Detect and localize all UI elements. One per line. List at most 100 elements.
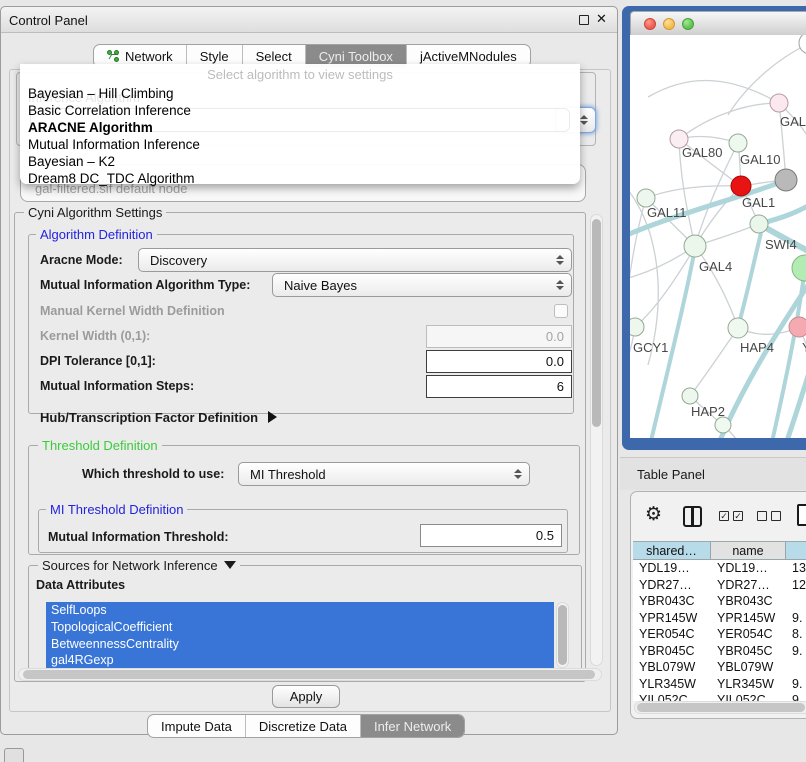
algorithm-option[interactable]: Dream8 DC_TDC Algorithm xyxy=(20,170,580,187)
network-node-gcy1[interactable] xyxy=(630,318,644,336)
network-canvas[interactable]: GALGAL80GAL10GAL1GAL11SWI4GAL4GCY1HAP4YH… xyxy=(630,35,806,438)
attribute-item[interactable]: gal4RGexp xyxy=(46,652,554,669)
column-layout-icon[interactable] xyxy=(683,506,702,527)
close-icon[interactable]: ✕ xyxy=(596,11,607,27)
network-graph: GALGAL80GAL10GAL1GAL11SWI4GAL4GCY1HAP4YH… xyxy=(630,35,806,438)
table-panel: ⚙ ✓ ✓ shared…nameA YDL19…YDL19…13YDR27…Y… xyxy=(630,491,806,719)
table-row[interactable]: YER054CYER054C8. xyxy=(633,626,806,643)
tab-infer-network[interactable]: Infer Network xyxy=(360,715,464,737)
table-cell: YER054C xyxy=(711,626,786,643)
table-cell: YDL19… xyxy=(711,560,786,577)
table-cell: YBL079W xyxy=(711,659,786,676)
kernel-width-input[interactable]: 0.0 xyxy=(426,325,572,348)
settings-horizontal-scrollbar[interactable] xyxy=(18,668,602,681)
attribute-item[interactable]: TopologicalCoefficient xyxy=(46,619,554,636)
scrollbar-thumb[interactable] xyxy=(23,670,595,679)
algorithm-option[interactable]: Bayesian – K2 xyxy=(20,153,580,170)
column-header[interactable]: A xyxy=(786,542,806,560)
aracne-mode-combo[interactable]: Discovery xyxy=(138,248,572,272)
zoom-traffic-light-icon[interactable] xyxy=(682,18,694,30)
table-cell: YER054C xyxy=(633,626,711,643)
hub-section-toggle[interactable]: Hub/Transcription Factor Definition xyxy=(40,410,277,425)
close-traffic-light-icon[interactable] xyxy=(644,18,656,30)
table-horizontal-scrollbar[interactable] xyxy=(634,701,806,714)
kernel-width-label: Kernel Width (0,1): xyxy=(40,329,150,343)
dpi-tolerance-input[interactable]: 0.0 xyxy=(426,350,572,373)
node-label: SWI4 xyxy=(765,237,797,252)
which-threshold-label: Which threshold to use: xyxy=(82,467,224,481)
network-node[interactable] xyxy=(799,35,806,54)
float-window-icon[interactable] xyxy=(579,15,589,25)
network-node-swi4[interactable] xyxy=(750,215,768,233)
table-row[interactable]: YBR043CYBR043C xyxy=(633,593,806,610)
network-icon xyxy=(107,50,120,63)
network-node-gal4[interactable] xyxy=(684,235,706,257)
node-label: GAL4 xyxy=(699,259,732,274)
attributes-scrollbar[interactable] xyxy=(556,602,569,668)
network-node-y[interactable] xyxy=(789,317,806,337)
collapsed-panel-icon[interactable] xyxy=(4,748,24,762)
deselect-all-check-icon[interactable] xyxy=(757,511,767,521)
stepper-icon xyxy=(554,274,566,296)
manual-kernel-checkbox[interactable] xyxy=(554,304,568,318)
network-node[interactable] xyxy=(792,255,806,281)
table-row[interactable]: YBL079WYBL079W xyxy=(633,659,806,676)
network-node-hap4[interactable] xyxy=(728,318,748,338)
network-node-hap2[interactable] xyxy=(682,388,698,404)
table-row[interactable]: YDR27…YDR27…12 xyxy=(633,577,806,594)
network-node-gal10[interactable] xyxy=(729,134,747,152)
network-node-gal[interactable] xyxy=(770,94,788,112)
select-all-check-icon[interactable]: ✓ xyxy=(733,511,743,521)
which-threshold-combo[interactable]: MI Threshold xyxy=(238,462,530,486)
table-cell: YDR27… xyxy=(633,577,711,594)
table-row[interactable]: YIL052CYIL052C9 xyxy=(633,692,806,701)
node-label: GAL80 xyxy=(682,145,722,160)
document-icon[interactable] xyxy=(797,504,806,526)
algorithm-option[interactable]: Basic Correlation Inference xyxy=(20,102,580,119)
network-node-gal1[interactable] xyxy=(731,176,751,196)
settings-vertical-scrollbar[interactable] xyxy=(590,214,603,666)
mi-threshold-input[interactable]: 0.5 xyxy=(420,524,562,547)
column-header[interactable]: shared… xyxy=(633,542,711,560)
deselect-all-check-icon[interactable] xyxy=(771,511,781,521)
table-row[interactable]: YDL19…YDL19…13 xyxy=(633,560,806,577)
table-cell: 8. xyxy=(786,626,806,643)
minimize-traffic-light-icon[interactable] xyxy=(663,18,675,30)
algorithm-option[interactable]: Bayesian – Hill Climbing xyxy=(20,85,580,102)
table-header-row: shared…nameA xyxy=(633,542,806,560)
cyni-settings-title: Cyni Algorithm Settings xyxy=(24,205,166,220)
control-panel-titlebar[interactable]: Control Panel ✕ xyxy=(1,7,617,33)
stepper-icon xyxy=(512,463,524,485)
network-node[interactable] xyxy=(775,169,797,191)
network-node[interactable] xyxy=(715,417,731,433)
table-cell: YLR345W xyxy=(711,676,786,693)
tab-impute-data[interactable]: Impute Data xyxy=(148,715,245,737)
select-all-check-icon[interactable]: ✓ xyxy=(719,511,729,521)
node-table[interactable]: shared…nameA YDL19…YDL19…13YDR27…YDR27…1… xyxy=(633,541,806,701)
sources-title[interactable]: Sources for Network Inference xyxy=(38,558,240,573)
gear-icon[interactable]: ⚙ xyxy=(645,503,662,526)
attribute-item[interactable]: SelfLoops xyxy=(46,602,554,619)
network-window-titlebar[interactable] xyxy=(630,11,806,35)
attribute-item[interactable]: BetweennessCentrality xyxy=(46,636,554,653)
table-row[interactable]: YBR045CYBR045C9. xyxy=(633,643,806,660)
network-view-window[interactable]: GALGAL80GAL10GAL1GAL11SWI4GAL4GCY1HAP4YH… xyxy=(622,6,806,450)
scrollbar-thumb[interactable] xyxy=(637,703,805,712)
algorithm-option[interactable]: Mutual Information Inference xyxy=(20,136,580,153)
mi-threshold-label: Mutual Information Threshold: xyxy=(48,530,229,544)
apply-button[interactable]: Apply xyxy=(272,685,340,708)
mi-type-combo[interactable]: Naive Bayes xyxy=(272,273,572,297)
algorithm-option[interactable]: ARACNE Algorithm xyxy=(20,119,580,136)
scrollbar-thumb[interactable] xyxy=(592,219,601,427)
column-header[interactable]: name xyxy=(711,542,786,560)
tab-discretize-data[interactable]: Discretize Data xyxy=(245,715,360,737)
node-label: GCY1 xyxy=(633,340,668,355)
node-label: GAL xyxy=(780,114,806,129)
control-panel-window: Control Panel ✕ NetworkStyleSelectCyni T… xyxy=(0,6,618,735)
table-cell: 9. xyxy=(786,643,806,660)
mi-steps-input[interactable]: 6 xyxy=(426,375,572,398)
table-row[interactable]: YPR145WYPR145W9. xyxy=(633,610,806,627)
scrollbar-thumb[interactable] xyxy=(558,605,567,665)
table-row[interactable]: YLR345WYLR345W9. xyxy=(633,676,806,693)
table-panel-titlebar[interactable]: Table Panel xyxy=(620,457,806,490)
